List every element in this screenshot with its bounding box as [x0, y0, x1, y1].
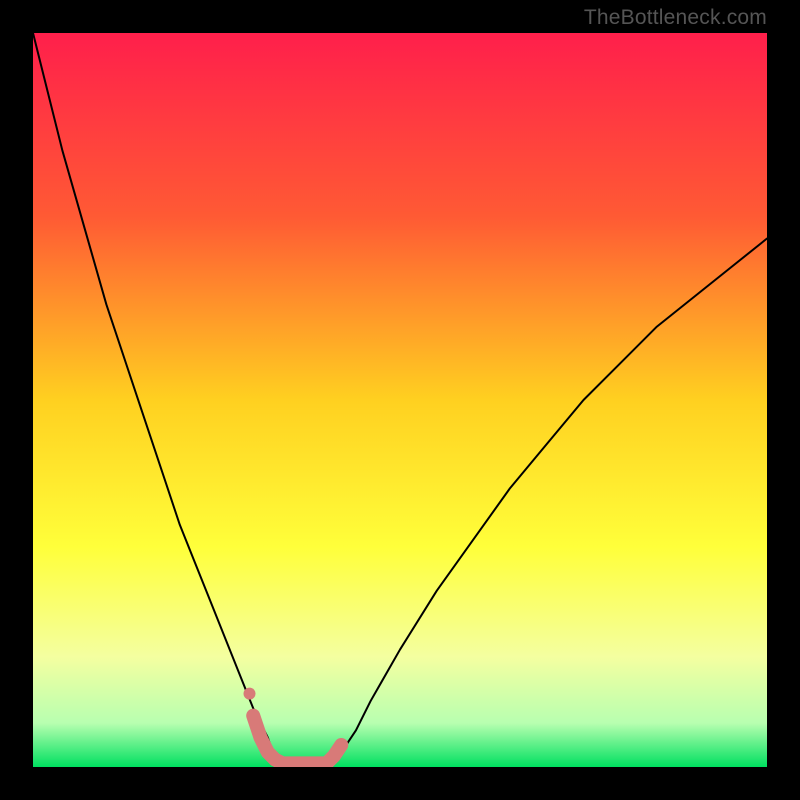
plot-area [33, 33, 767, 767]
outer-frame: TheBottleneck.com [0, 0, 800, 800]
gradient-background [33, 33, 767, 767]
bottleneck-chart [33, 33, 767, 767]
watermark-text: TheBottleneck.com [584, 6, 767, 30]
highlight-dot [244, 688, 256, 700]
